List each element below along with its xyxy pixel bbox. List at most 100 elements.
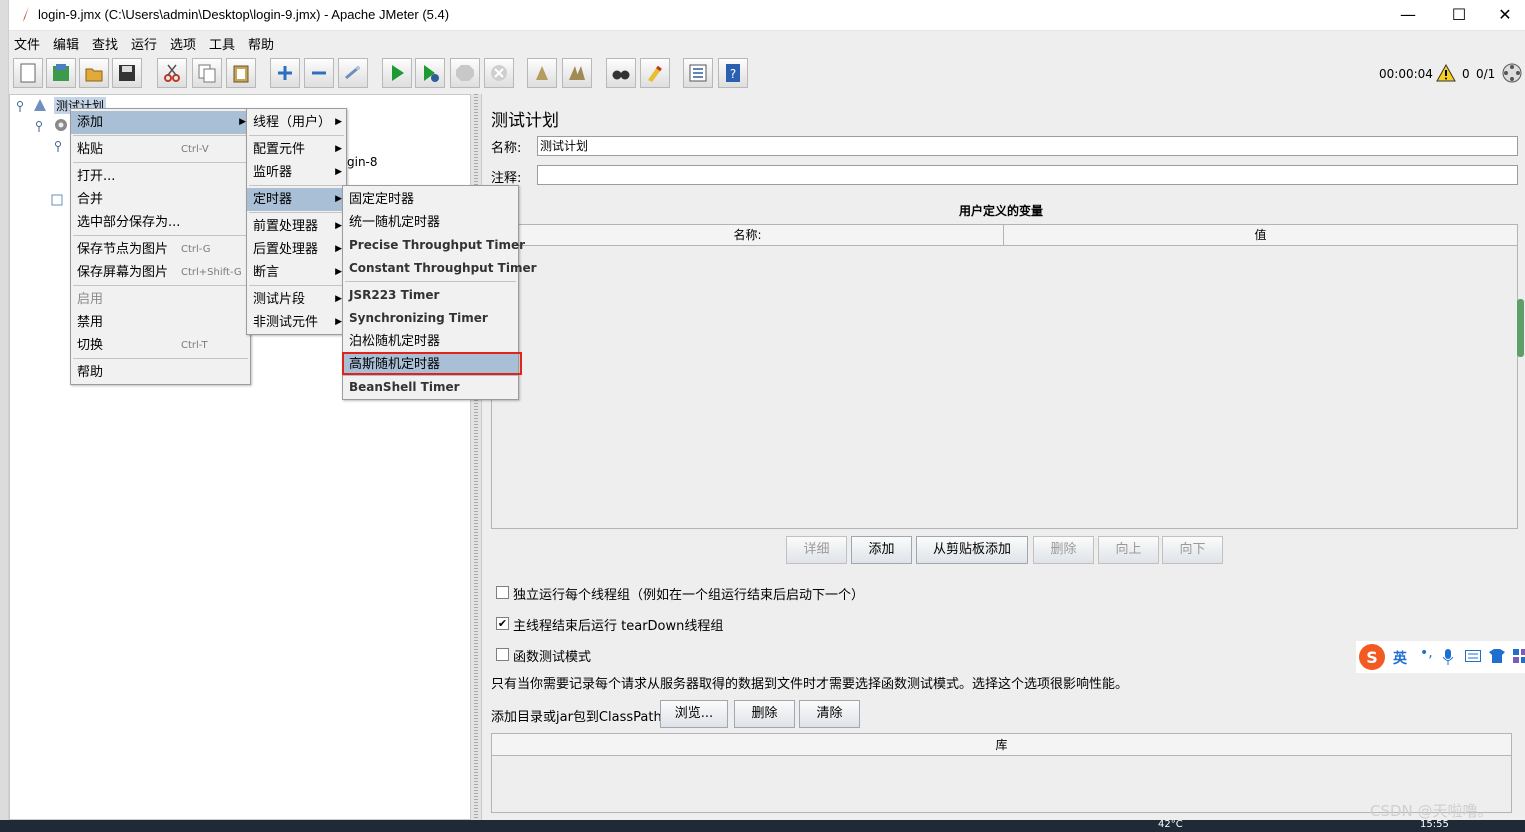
microphone-icon[interactable] [1442, 649, 1454, 665]
menu-item-paste[interactable]: 粘贴 Ctrl-V [71, 138, 250, 161]
menu-help[interactable]: 帮助 [248, 34, 274, 53]
new-icon[interactable] [13, 58, 43, 88]
open-icon[interactable] [79, 58, 109, 88]
teardown-on-shutdown-checkbox[interactable]: ✔ [496, 617, 509, 630]
function-helper-icon[interactable] [683, 58, 713, 88]
collapse-icon[interactable] [304, 58, 334, 88]
expand-icon[interactable] [270, 58, 300, 88]
submenu-item-config[interactable]: 配置元件 ▶ [247, 138, 346, 161]
menu-item-save-selection[interactable]: 选中部分保存为... [71, 211, 250, 234]
menu-edit[interactable]: 编辑 [53, 34, 79, 53]
keyboard-icon[interactable] [1465, 650, 1481, 662]
search-icon[interactable] [606, 58, 636, 88]
add-from-clipboard-button[interactable]: 从剪贴板添加 [916, 536, 1028, 564]
submenu-arrow-icon: ▶ [335, 117, 342, 127]
warning-icon[interactable] [1436, 64, 1456, 82]
error-count: 0 [1462, 67, 1470, 81]
add-button[interactable]: 添加 [851, 536, 912, 564]
detail-button[interactable]: 详细 [786, 536, 847, 564]
toggle-icon[interactable] [338, 58, 368, 88]
punctuation-icon[interactable]: •, [1420, 645, 1433, 661]
start-icon[interactable] [382, 58, 412, 88]
name-field[interactable]: 测试计划 [537, 136, 1518, 156]
jmeter-feather-icon [23, 6, 29, 22]
functional-mode-checkbox[interactable] [496, 648, 509, 661]
submenu-item-test-fragment[interactable]: 测试片段 ▶ [247, 288, 346, 311]
timer-constant-throughput[interactable]: Constant Throughput Timer [343, 257, 537, 280]
menu-item-toggle[interactable]: 切换 Ctrl-T [71, 334, 250, 357]
col-header-name[interactable]: 名称: [492, 225, 1004, 246]
submenu-item-timer[interactable]: 定时器 ▶ [247, 188, 346, 211]
submenu-arrow-icon: ▶ [239, 117, 246, 127]
tree-collapse-handle-icon[interactable] [35, 120, 47, 132]
timer-jsr223[interactable]: JSR223 Timer [343, 284, 518, 307]
close-button[interactable]: ✕ [1482, 0, 1525, 31]
menu-item-add[interactable]: 添加 ▶ [71, 111, 250, 134]
menu-options[interactable]: 选项 [170, 34, 196, 53]
ime-language[interactable]: 英 [1393, 648, 1407, 668]
move-down-button[interactable]: 向下 [1162, 536, 1223, 564]
remote-status-icon[interactable] [1502, 63, 1522, 83]
submenu-item-preprocessor[interactable]: 前置处理器 ▶ [247, 215, 346, 238]
copy-icon[interactable] [192, 58, 222, 88]
submenu-item-postprocessor[interactable]: 后置处理器 ▶ [247, 238, 346, 261]
clear-icon[interactable] [527, 58, 557, 88]
menu-tools[interactable]: 工具 [209, 34, 235, 53]
shutdown-icon[interactable] [484, 58, 514, 88]
separator [73, 358, 248, 359]
skin-shirt-icon[interactable] [1489, 649, 1505, 663]
paste-icon[interactable] [226, 58, 256, 88]
tree-collapse-handle-icon[interactable] [54, 140, 66, 152]
stop-icon[interactable] [450, 58, 480, 88]
tree-collapse-handle-icon[interactable] [16, 100, 28, 112]
scrollbar-thumb[interactable] [1517, 299, 1524, 357]
svg-text:S: S [1366, 648, 1378, 667]
submenu-arrow-icon: ▶ [335, 144, 342, 154]
classpath-delete-button[interactable]: 删除 [734, 700, 795, 728]
timer-uniform-random[interactable]: 统一随机定时器 [343, 211, 518, 234]
delete-button[interactable]: 删除 [1033, 536, 1094, 564]
menu-item-save-screen-image[interactable]: 保存屏幕为图片 Ctrl+Shift-G [71, 261, 250, 284]
timer-synchronizing[interactable]: Synchronizing Timer [343, 307, 518, 330]
templates-icon[interactable] [46, 58, 76, 88]
tree-node-partial-label[interactable]: gin-8 [347, 155, 378, 169]
cut-icon[interactable] [157, 58, 187, 88]
menu-item-enable[interactable]: 启用 [71, 288, 250, 311]
menu-item-disable[interactable]: 禁用 [71, 311, 250, 334]
col-header-value[interactable]: 值 [1004, 225, 1517, 246]
clear-all-icon[interactable] [562, 58, 592, 88]
menu-item-merge[interactable]: 合并 [71, 188, 250, 211]
classpath-clear-button[interactable]: 清除 [799, 700, 860, 728]
submenu-item-listener[interactable]: 监听器 ▶ [247, 161, 346, 184]
menu-item-label: 保存屏幕为图片 [77, 265, 169, 280]
submenu-item-non-test[interactable]: 非测试元件 ▶ [247, 311, 346, 334]
minimize-button[interactable]: — [1385, 0, 1431, 31]
timer-constant[interactable]: 固定定时器 [343, 188, 518, 211]
serialize-threadgroups-checkbox[interactable] [496, 586, 509, 599]
save-icon[interactable] [112, 58, 142, 88]
maximize-button[interactable]: ☐ [1436, 0, 1482, 31]
menu-run[interactable]: 运行 [131, 34, 157, 53]
menu-item-help[interactable]: 帮助 [71, 361, 250, 384]
submenu-item-assertion[interactable]: 断言 ▶ [247, 261, 346, 284]
shortcut-label: Ctrl-V [181, 144, 209, 155]
col-header-library[interactable]: 库 [492, 734, 1511, 756]
separator [73, 285, 248, 286]
menu-item-save-node-image[interactable]: 保存节点为图片 Ctrl-G [71, 238, 250, 261]
timer-beanshell[interactable]: BeanShell Timer [343, 376, 518, 399]
browse-button[interactable]: 浏览... [660, 700, 728, 728]
submenu-item-threads[interactable]: 线程（用户） ▶ [247, 111, 346, 134]
timer-poisson-random[interactable]: 泊松随机定时器 [343, 330, 518, 353]
menu-file[interactable]: 文件 [14, 34, 40, 53]
reset-search-icon[interactable] [640, 58, 670, 88]
start-no-pause-icon[interactable] [415, 58, 445, 88]
timer-precise-throughput[interactable]: Precise Throughput Timer [343, 234, 525, 257]
comment-field[interactable] [537, 165, 1518, 185]
submenu-arrow-icon: ▶ [335, 167, 342, 177]
move-up-button[interactable]: 向上 [1098, 536, 1159, 564]
menu-search[interactable]: 查找 [92, 34, 118, 53]
toolbox-grid-icon[interactable] [1513, 649, 1525, 663]
help-icon[interactable]: ? [718, 58, 748, 88]
menu-item-open[interactable]: 打开... [71, 165, 250, 188]
context-menu: 添加 ▶ 粘贴 Ctrl-V 打开... 合并 选中部分保存为... 保存节点为图片… [70, 108, 251, 385]
